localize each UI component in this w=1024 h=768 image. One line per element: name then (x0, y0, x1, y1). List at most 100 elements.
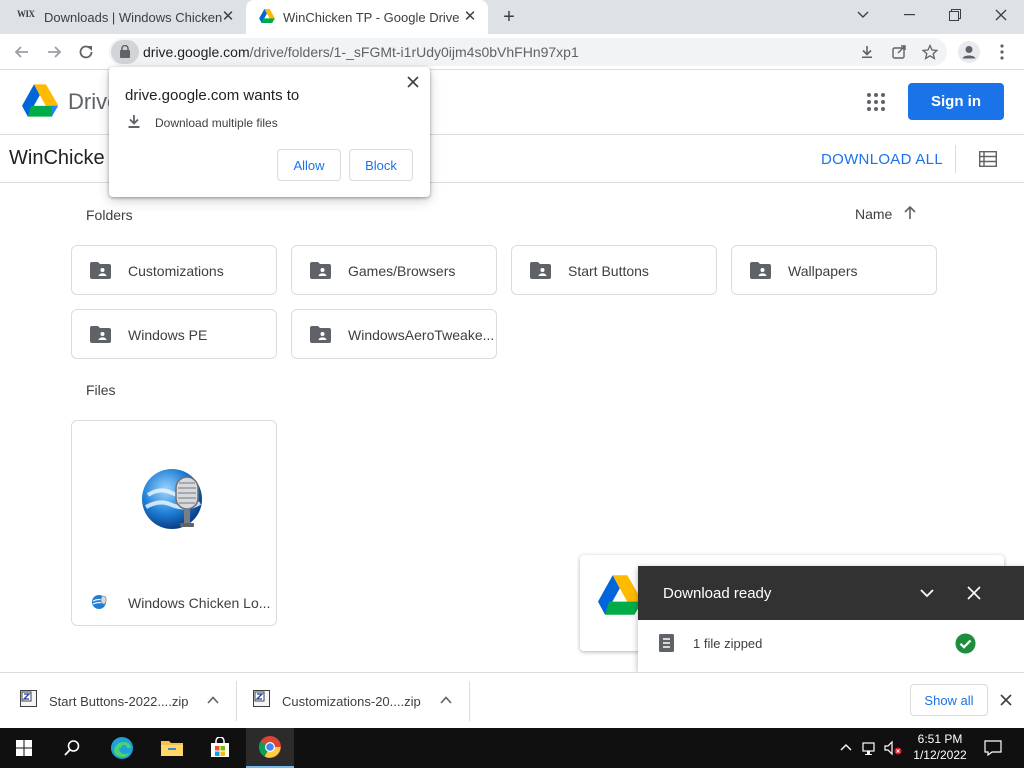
close-icon[interactable] (966, 585, 982, 601)
google-drive-logo-icon (598, 575, 642, 615)
tab-close-icon[interactable]: ✕ (220, 9, 236, 25)
clock-date: 1/12/2022 (913, 748, 967, 762)
toast-header: Download ready (638, 566, 1024, 620)
close-shelf-icon[interactable] (1000, 694, 1012, 706)
download-file-name: Start Buttons-2022....zip (49, 694, 189, 709)
chevron-up-icon[interactable] (207, 695, 219, 705)
lock-icon (120, 45, 130, 58)
google-apps-grid-icon[interactable] (866, 92, 886, 112)
file-explorer-icon[interactable] (148, 728, 196, 768)
close-icon[interactable] (406, 75, 420, 89)
browser-tab-strip: WIX Downloads | Windows Chicken ✕ WinChi… (0, 0, 1024, 34)
list-view-icon[interactable] (979, 151, 997, 167)
shared-folder-icon (310, 262, 331, 279)
check-circle-icon (955, 633, 976, 654)
url-path: /drive/folders/1-_sFGMt-i1rUdy0ijm4s0bVh… (249, 44, 579, 60)
zip-archive-icon (253, 690, 270, 707)
download-icon[interactable] (859, 44, 875, 60)
folder-name: WindowsAeroTweake... (348, 327, 495, 343)
site-info-button[interactable] (111, 40, 139, 64)
download-all-button[interactable]: DOWNLOAD ALL (821, 151, 943, 168)
notification-center-icon[interactable] (984, 740, 1002, 756)
download-icon (128, 115, 140, 129)
folder-name: Customizations (128, 263, 224, 279)
address-bar[interactable]: drive.google.com/drive/folders/1-_sFGMt-… (109, 38, 947, 66)
folders-section-label: Folders (86, 207, 133, 223)
url-host: drive.google.com (143, 44, 250, 60)
download-permission-popup: drive.google.com wants to Download multi… (109, 67, 430, 197)
show-hidden-icons-chevron-icon[interactable] (838, 740, 854, 756)
browser-toolbar: drive.google.com/drive/folders/1-_sFGMt-… (0, 34, 1024, 70)
file-card-windows-chicken-logo[interactable]: Windows Chicken Lo... (71, 420, 277, 626)
tab-title: Downloads | Windows Chicken (44, 9, 223, 25)
close-window-button[interactable] (978, 0, 1024, 30)
chevron-down-icon[interactable] (918, 585, 936, 601)
folder-card-start-buttons[interactable]: Start Buttons (511, 245, 717, 295)
forward-arrow-icon[interactable] (44, 42, 64, 62)
file-type-icon (92, 594, 108, 610)
wix-favicon-icon: WIX (17, 9, 35, 19)
tab-title: WinChicken TP - Google Drive (283, 9, 460, 25)
folder-name: Windows PE (128, 327, 208, 343)
chevron-up-icon[interactable] (440, 695, 452, 705)
network-icon[interactable] (862, 740, 878, 756)
shared-folder-icon (90, 262, 111, 279)
shared-folder-icon (530, 262, 551, 279)
search-icon[interactable] (48, 728, 96, 768)
more-menu-icon[interactable] (993, 43, 1011, 61)
profile-avatar-icon[interactable] (958, 41, 980, 63)
popup-title: drive.google.com wants to (125, 87, 300, 104)
files-section-label: Files (86, 382, 116, 398)
download-item-start-buttons[interactable]: Start Buttons-2022....zip (0, 673, 236, 729)
system-clock[interactable]: 6:51 PM 1/12/2022 (906, 731, 974, 763)
download-shelf: Start Buttons-2022....zip Customizations… (0, 672, 1024, 728)
microsoft-store-icon[interactable] (196, 728, 244, 768)
sort-by-name-button[interactable]: Name (855, 206, 892, 222)
google-drive-favicon-icon (259, 9, 275, 23)
block-button[interactable]: Block (349, 149, 413, 181)
tab-google-drive[interactable]: WinChicken TP - Google Drive ✕ (246, 0, 488, 34)
toast-item-text: 1 file zipped (693, 636, 763, 651)
toast-title: Download ready (663, 585, 772, 602)
volume-muted-icon[interactable] (884, 740, 902, 756)
shared-folder-icon (750, 262, 771, 279)
sign-in-button[interactable]: Sign in (908, 83, 1004, 120)
folder-name: Games/Browsers (348, 263, 456, 279)
microphone-globe-thumbnail-icon (140, 465, 210, 535)
download-item-customizations[interactable]: Customizations-20....zip (233, 673, 469, 729)
download-file-name: Customizations-20....zip (282, 694, 421, 709)
back-arrow-icon[interactable] (12, 42, 32, 62)
folder-card-windows-pe[interactable]: Windows PE (71, 309, 277, 359)
file-name: Windows Chicken Lo... (128, 595, 271, 611)
windows-start-icon[interactable] (0, 728, 48, 768)
tab-close-icon[interactable]: ✕ (462, 9, 478, 25)
windows-taskbar: 6:51 PM 1/12/2022 (0, 728, 1024, 768)
edge-browser-icon[interactable] (98, 728, 146, 768)
folder-card-wallpapers[interactable]: Wallpapers (731, 245, 937, 295)
reload-icon[interactable] (76, 42, 96, 62)
divider (955, 145, 956, 173)
show-all-button[interactable]: Show all (910, 684, 988, 716)
bookmark-star-icon[interactable] (922, 44, 938, 60)
zip-archive-icon (20, 690, 37, 707)
divider (469, 681, 470, 721)
new-tab-button[interactable]: + (498, 6, 520, 28)
folder-card-windows-aero-tweaker[interactable]: WindowsAeroTweake... (291, 309, 497, 359)
allow-button[interactable]: Allow (277, 149, 341, 181)
shared-folder-icon (310, 326, 331, 343)
download-ready-toast: Download ready 1 file zipped (638, 566, 1024, 672)
popup-request-text: Download multiple files (155, 116, 278, 130)
folder-card-customizations[interactable]: Customizations (71, 245, 277, 295)
google-drive-logo-icon[interactable] (22, 84, 58, 117)
share-icon[interactable] (891, 44, 907, 60)
chrome-browser-icon[interactable] (246, 728, 294, 768)
folder-name: Start Buttons (568, 263, 649, 279)
arrow-up-icon[interactable] (902, 205, 918, 221)
folder-name: Wallpapers (788, 263, 858, 279)
restore-button[interactable] (932, 0, 978, 30)
tab-search-chevron-icon[interactable] (840, 0, 886, 30)
url-text: drive.google.com/drive/folders/1-_sFGMt-… (143, 44, 579, 60)
tab-downloads-windows-chicken[interactable]: WIX Downloads | Windows Chicken ✕ (0, 0, 246, 34)
minimize-button[interactable] (886, 0, 932, 30)
folder-card-games-browsers[interactable]: Games/Browsers (291, 245, 497, 295)
